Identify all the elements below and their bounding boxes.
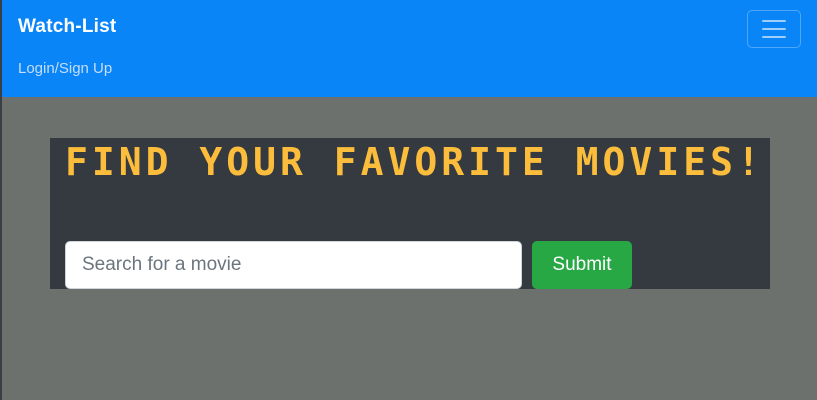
hero-title: Find Your Favorite Movies! bbox=[65, 140, 764, 184]
page: Watch-List Login/Sign Up Find Your Favor… bbox=[0, 0, 817, 400]
hero-jumbotron: Find Your Favorite Movies! Submit bbox=[50, 138, 770, 289]
brand-link[interactable]: Watch-List bbox=[18, 16, 116, 38]
navbar-toggler-button[interactable] bbox=[747, 10, 801, 48]
navbar: Watch-List Login/Sign Up bbox=[2, 0, 817, 97]
hamburger-menu-icon bbox=[762, 20, 786, 38]
search-input[interactable] bbox=[65, 241, 522, 289]
submit-button[interactable]: Submit bbox=[532, 241, 632, 289]
login-signup-link[interactable]: Login/Sign Up bbox=[18, 60, 112, 77]
